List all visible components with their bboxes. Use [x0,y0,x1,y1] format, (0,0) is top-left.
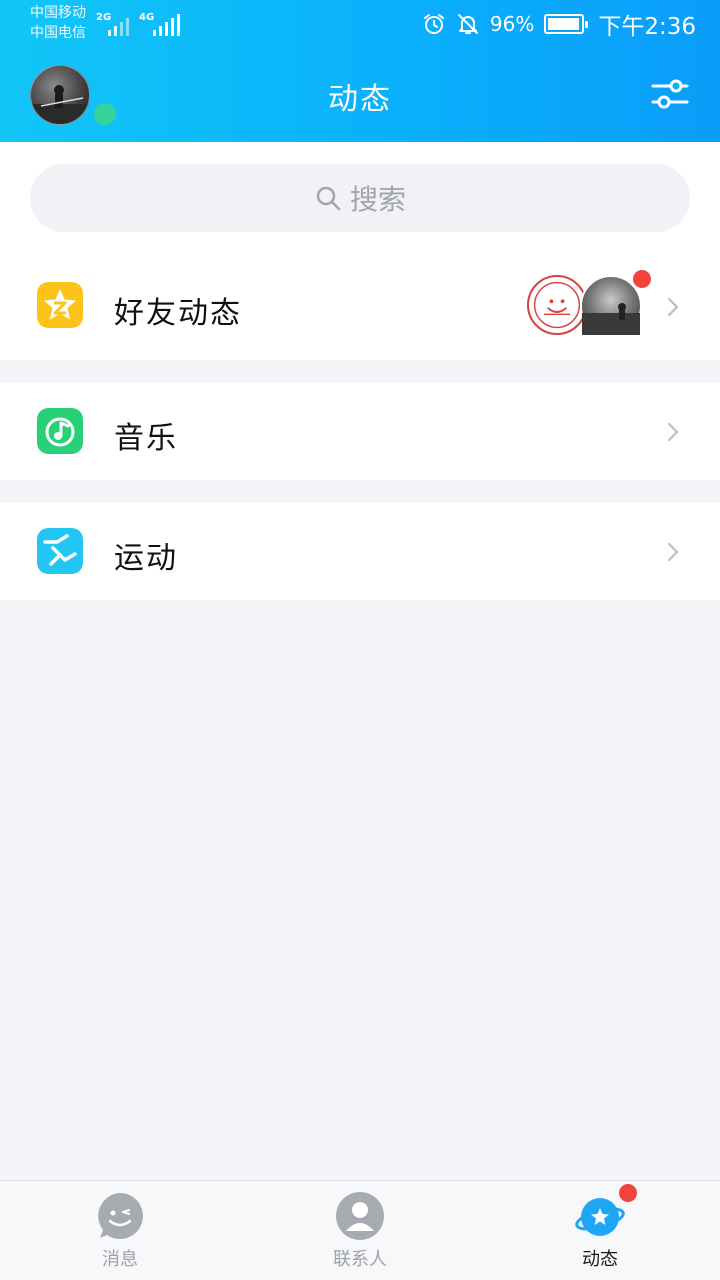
title-bar: 动态 [0,48,720,142]
status-right: 96% 下午2:36 [422,10,696,40]
message-smile-icon [98,1193,143,1239]
filter-settings-icon[interactable] [650,74,690,114]
friends-star-icon [37,282,83,328]
list-item-label: 好友动态 [114,296,242,331]
tab-label: 联系人 [333,1249,387,1270]
search-placeholder: 搜索 [349,183,406,216]
list-item-label: 音乐 [114,421,178,456]
signal-bars-icon [153,14,180,36]
battery-icon [544,14,589,34]
tab-label: 消息 [102,1249,138,1270]
chevron-right-icon [667,297,679,317]
battery-percent: 96% [489,12,535,36]
tab-label: 动态 [582,1249,618,1270]
bottom-tab-bar: 消息 联系人 动态 [0,1180,720,1280]
status-bar: 中国移动 中国电信 2G 4G 96% 下午2:36 [0,0,720,48]
search-icon [316,186,341,211]
carrier-2: 中国电信 [30,25,86,41]
tab-messages[interactable]: 消息 [0,1181,240,1280]
battery-fill [548,18,580,30]
friend-avatar [580,275,642,337]
search-section: 搜索 [0,142,720,250]
tab-feeds[interactable]: 动态 [480,1181,720,1280]
carrier-1: 中国移动 [30,5,86,21]
list-item-music[interactable]: 音乐 [0,383,720,480]
alarm-icon [423,14,444,34]
list-item-sports[interactable]: 运动 [0,503,720,600]
notification-badge [633,270,651,288]
contacts-icon [336,1192,384,1240]
notification-badge [619,1184,637,1202]
top-header: 中国移动 中国电信 2G 4G 96% 下午2:36 动态 [0,0,720,142]
tab-contacts[interactable]: 联系人 [240,1181,480,1280]
list-item-friends-feed[interactable]: 好友动态 [0,250,720,360]
seal-logo-avatar [527,275,587,335]
running-icon [37,528,83,574]
planet-star-icon [575,1198,625,1236]
chevron-right-icon [667,542,679,562]
carrier-names: 中国移动 中国电信 [30,3,86,43]
bell-muted-icon [457,14,478,34]
chevron-right-icon [667,422,679,442]
page-title: 动态 [328,82,392,117]
search-input[interactable]: 搜索 [30,164,690,232]
friend-photo-icon [582,303,640,335]
signal-bars-icon [108,14,129,36]
status-time: 下午2:36 [598,14,696,40]
list-item-label: 运动 [114,541,178,576]
net-type-2: 4G [139,12,155,23]
music-note-icon [37,408,83,454]
